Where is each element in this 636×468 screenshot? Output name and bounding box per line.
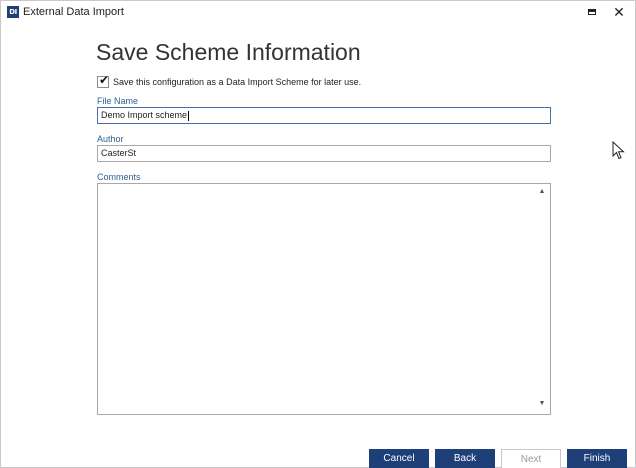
text-caret bbox=[188, 110, 190, 121]
finish-button[interactable]: Finish bbox=[567, 449, 627, 468]
comments-textarea[interactable]: ▲ ▼ bbox=[97, 183, 551, 415]
maximize-button[interactable] bbox=[587, 7, 597, 17]
comments-label: Comments bbox=[97, 172, 141, 182]
scroll-down-icon[interactable]: ▼ bbox=[538, 400, 546, 408]
maximize-icon bbox=[588, 9, 596, 15]
cancel-button[interactable]: Cancel bbox=[369, 449, 429, 468]
next-button[interactable]: Next bbox=[501, 449, 561, 468]
close-icon: ✕ bbox=[613, 4, 625, 20]
author-value: CasterSt bbox=[101, 148, 137, 158]
author-input[interactable]: CasterSt bbox=[97, 145, 551, 162]
scroll-up-icon[interactable]: ▲ bbox=[538, 188, 546, 196]
file-name-value: Demo Import scheme bbox=[101, 110, 188, 120]
file-name-label: File Name bbox=[97, 96, 139, 106]
close-button[interactable]: ✕ bbox=[612, 4, 626, 20]
app-icon: DI bbox=[7, 6, 19, 18]
checkmark-icon: ✔ bbox=[99, 73, 110, 87]
mouse-pointer-icon bbox=[612, 141, 625, 160]
back-button[interactable]: Back bbox=[435, 449, 495, 468]
author-label: Author bbox=[97, 134, 124, 144]
save-scheme-checkbox[interactable]: ✔ bbox=[97, 73, 110, 88]
page-title: Save Scheme Information bbox=[96, 39, 361, 65]
title-bar: DI External Data Import ✕ bbox=[1, 1, 635, 27]
file-name-input[interactable]: Demo Import scheme bbox=[97, 107, 551, 124]
window-title: External Data Import bbox=[23, 6, 124, 18]
save-scheme-option[interactable]: ✔ Save this configuration as a Data Impo… bbox=[97, 73, 362, 89]
save-scheme-label: Save this configuration as a Data Import… bbox=[113, 77, 362, 87]
import-window: DI External Data Import ✕ Save Scheme In… bbox=[0, 0, 636, 468]
